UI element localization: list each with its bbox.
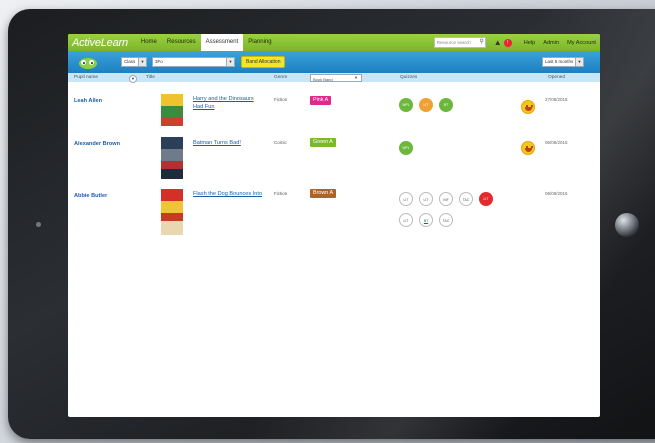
quiz-badge[interactable]: LIT xyxy=(419,192,433,206)
my-account-link[interactable]: My Account xyxy=(563,40,600,46)
search-input[interactable]: Resource search ⚲ xyxy=(433,37,486,48)
pupil-name[interactable]: Leah Allen xyxy=(74,98,102,104)
opened-date: 06/09/2015 xyxy=(545,191,568,196)
pupil-name[interactable]: Abbie Butler xyxy=(74,193,107,199)
col-pupil-name[interactable]: Pupil name xyxy=(74,75,98,80)
nav-planning[interactable]: Planning xyxy=(243,34,276,51)
genre-text: Comic xyxy=(274,140,287,145)
quiz-badge[interactable]: LIT xyxy=(399,213,413,227)
book-cover[interactable] xyxy=(161,94,183,126)
help-link[interactable]: Help xyxy=(520,40,540,46)
book-band-label: Book Band xyxy=(313,77,333,82)
quiz-badge[interactable]: LIT xyxy=(399,192,413,206)
search-placeholder: Resource search xyxy=(436,40,471,45)
stage: ActiveLearn Home Resources Assessment Pl… xyxy=(0,0,655,443)
nav-right: Resource search ⚲ ▲ ! Help Admin My Acco… xyxy=(433,34,600,51)
brand-logo: ActiveLearn xyxy=(72,36,128,49)
chevron-down-icon[interactable]: ▼ xyxy=(575,58,583,66)
class-select-value: Class xyxy=(124,59,136,64)
pupil-name[interactable]: Alexander Brown xyxy=(74,141,120,147)
top-nav: ActiveLearn Home Resources Assessment Pl… xyxy=(68,34,600,51)
quiz-badge[interactable]: LIT xyxy=(479,192,493,206)
smiley-icon xyxy=(521,100,535,114)
book-band-badge[interactable]: Green A xyxy=(310,138,336,147)
home-button xyxy=(615,213,639,237)
quiz-badge[interactable]: WPL xyxy=(399,141,413,155)
class-select[interactable]: Class ▼ xyxy=(121,57,147,67)
chevron-down-icon[interactable]: ▼ xyxy=(354,75,358,81)
quiz-badge[interactable]: BT xyxy=(439,98,453,112)
book-band-filter[interactable]: Book Band ▼ xyxy=(310,74,362,82)
group-select[interactable]: 3Fo ▼ xyxy=(152,57,235,67)
book-cover[interactable] xyxy=(161,137,183,179)
book-band-badge[interactable]: Pink A xyxy=(310,96,332,105)
admin-link[interactable]: Admin xyxy=(539,40,563,46)
genre-text: Fiction xyxy=(274,191,288,196)
opened-date: 27/08/2015 xyxy=(545,97,568,102)
quiz-badge[interactable]: BT xyxy=(419,213,433,227)
book-title-link[interactable]: Batman Turns Bad! xyxy=(193,140,263,148)
bug-mascot-icon xyxy=(77,55,99,69)
group-select-value: 3Fo xyxy=(155,59,163,64)
book-title-link[interactable]: Harry and the Dinosaurs Had Fun xyxy=(193,96,263,111)
nav-home[interactable]: Home xyxy=(136,34,162,51)
col-genre[interactable]: Genre xyxy=(274,75,287,80)
app-screen: ActiveLearn Home Resources Assessment Pl… xyxy=(68,34,600,417)
smiley-icon xyxy=(521,141,535,155)
col-title[interactable]: Title xyxy=(146,75,155,80)
period-select[interactable]: Last 5 months ▼ xyxy=(542,57,584,67)
col-opened[interactable]: Opened xyxy=(548,75,565,80)
genre-text: Fiction xyxy=(274,97,288,102)
nav-resources[interactable]: Resources xyxy=(162,34,201,51)
book-title-link[interactable]: Flash the Dog Bounces Into xyxy=(193,191,263,199)
band-allocation-button[interactable]: Band Allocation xyxy=(241,56,286,68)
nav-assessment[interactable]: Assessment xyxy=(200,34,244,51)
chevron-down-icon[interactable]: ▼ xyxy=(138,58,146,66)
quiz-badge[interactable]: LIT xyxy=(419,98,433,112)
period-select-value: Last 5 months xyxy=(545,59,574,64)
sort-chevron-icon[interactable]: ▼ xyxy=(129,75,137,83)
table-header: Pupil name ▼ Title Genre Book Band ▼ Qui… xyxy=(68,73,600,83)
quiz-badge[interactable]: TAC xyxy=(459,192,473,206)
search-icon[interactable]: ⚲ xyxy=(479,38,483,47)
quiz-badge[interactable]: TAC xyxy=(439,213,453,227)
filter-toolbar: Class ▼ 3Fo ▼ Band Allocation Last 5 mon… xyxy=(68,51,600,73)
book-cover[interactable] xyxy=(161,189,183,235)
opened-date: 06/08/2015 xyxy=(545,140,568,145)
quiz-badge[interactable]: WPL xyxy=(399,98,413,112)
camera-dot xyxy=(36,222,41,227)
bell-icon[interactable]: ▲ xyxy=(494,38,502,47)
chevron-down-icon[interactable]: ▼ xyxy=(226,58,234,66)
book-band-badge[interactable]: Brown A xyxy=(310,189,337,198)
alert-badge[interactable]: ! xyxy=(503,38,512,47)
col-quizzes: Quizzes xyxy=(400,75,418,80)
quiz-badge[interactable]: INF xyxy=(439,192,453,206)
